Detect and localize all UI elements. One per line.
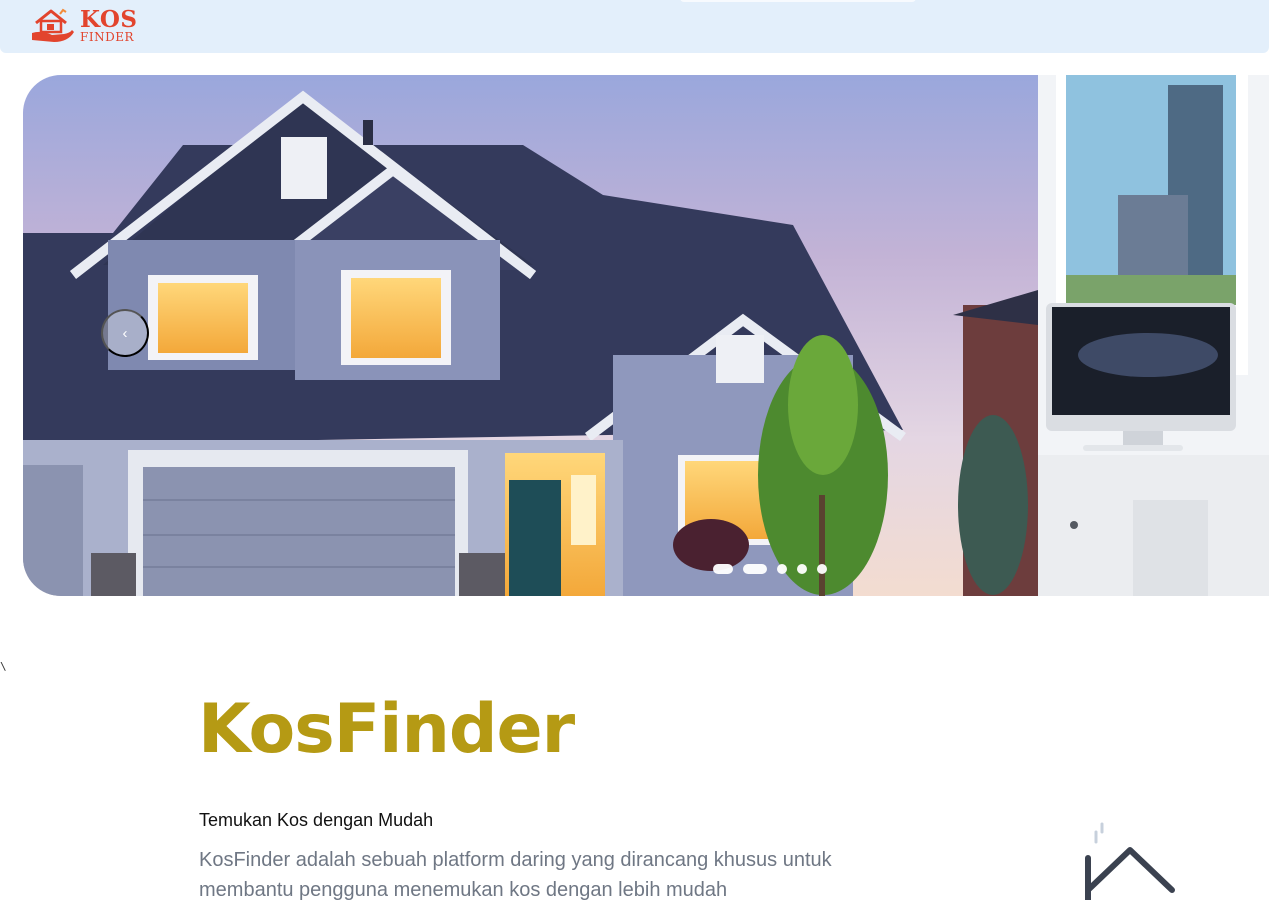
carousel-indicator-5[interactable] bbox=[817, 564, 827, 574]
carousel-indicator-2[interactable] bbox=[743, 564, 767, 574]
house-slide-image bbox=[23, 75, 1038, 596]
logo-text-kos: KOS bbox=[80, 5, 138, 33]
logo-text-finder: FINDER bbox=[80, 29, 134, 44]
house-hand-logo-icon bbox=[32, 8, 74, 42]
chevron-left-icon: ‹ bbox=[122, 324, 128, 342]
desk-slide-image bbox=[1038, 75, 1269, 596]
hero-carousel[interactable]: ‹ bbox=[23, 75, 1269, 596]
stray-text-mark: \ bbox=[0, 660, 7, 673]
house-outline-icon bbox=[1085, 822, 1175, 900]
brand-logo[interactable]: KOS FINDER bbox=[30, 6, 138, 44]
nav-tab-pill bbox=[680, 0, 916, 2]
carousel-prev-button[interactable]: ‹ bbox=[101, 309, 149, 357]
navbar: KOS FINDER bbox=[0, 0, 1269, 53]
carousel-indicator-4[interactable] bbox=[797, 564, 807, 574]
hero-title: KosFinder bbox=[198, 690, 575, 769]
hero-tagline: Temukan Kos dengan Mudah bbox=[199, 810, 434, 830]
hero-description: KosFinder adalah sebuah platform daring … bbox=[199, 849, 832, 901]
carousel-indicators bbox=[713, 564, 827, 574]
carousel-indicator-1[interactable] bbox=[713, 564, 733, 574]
carousel-indicator-3[interactable] bbox=[777, 564, 787, 574]
